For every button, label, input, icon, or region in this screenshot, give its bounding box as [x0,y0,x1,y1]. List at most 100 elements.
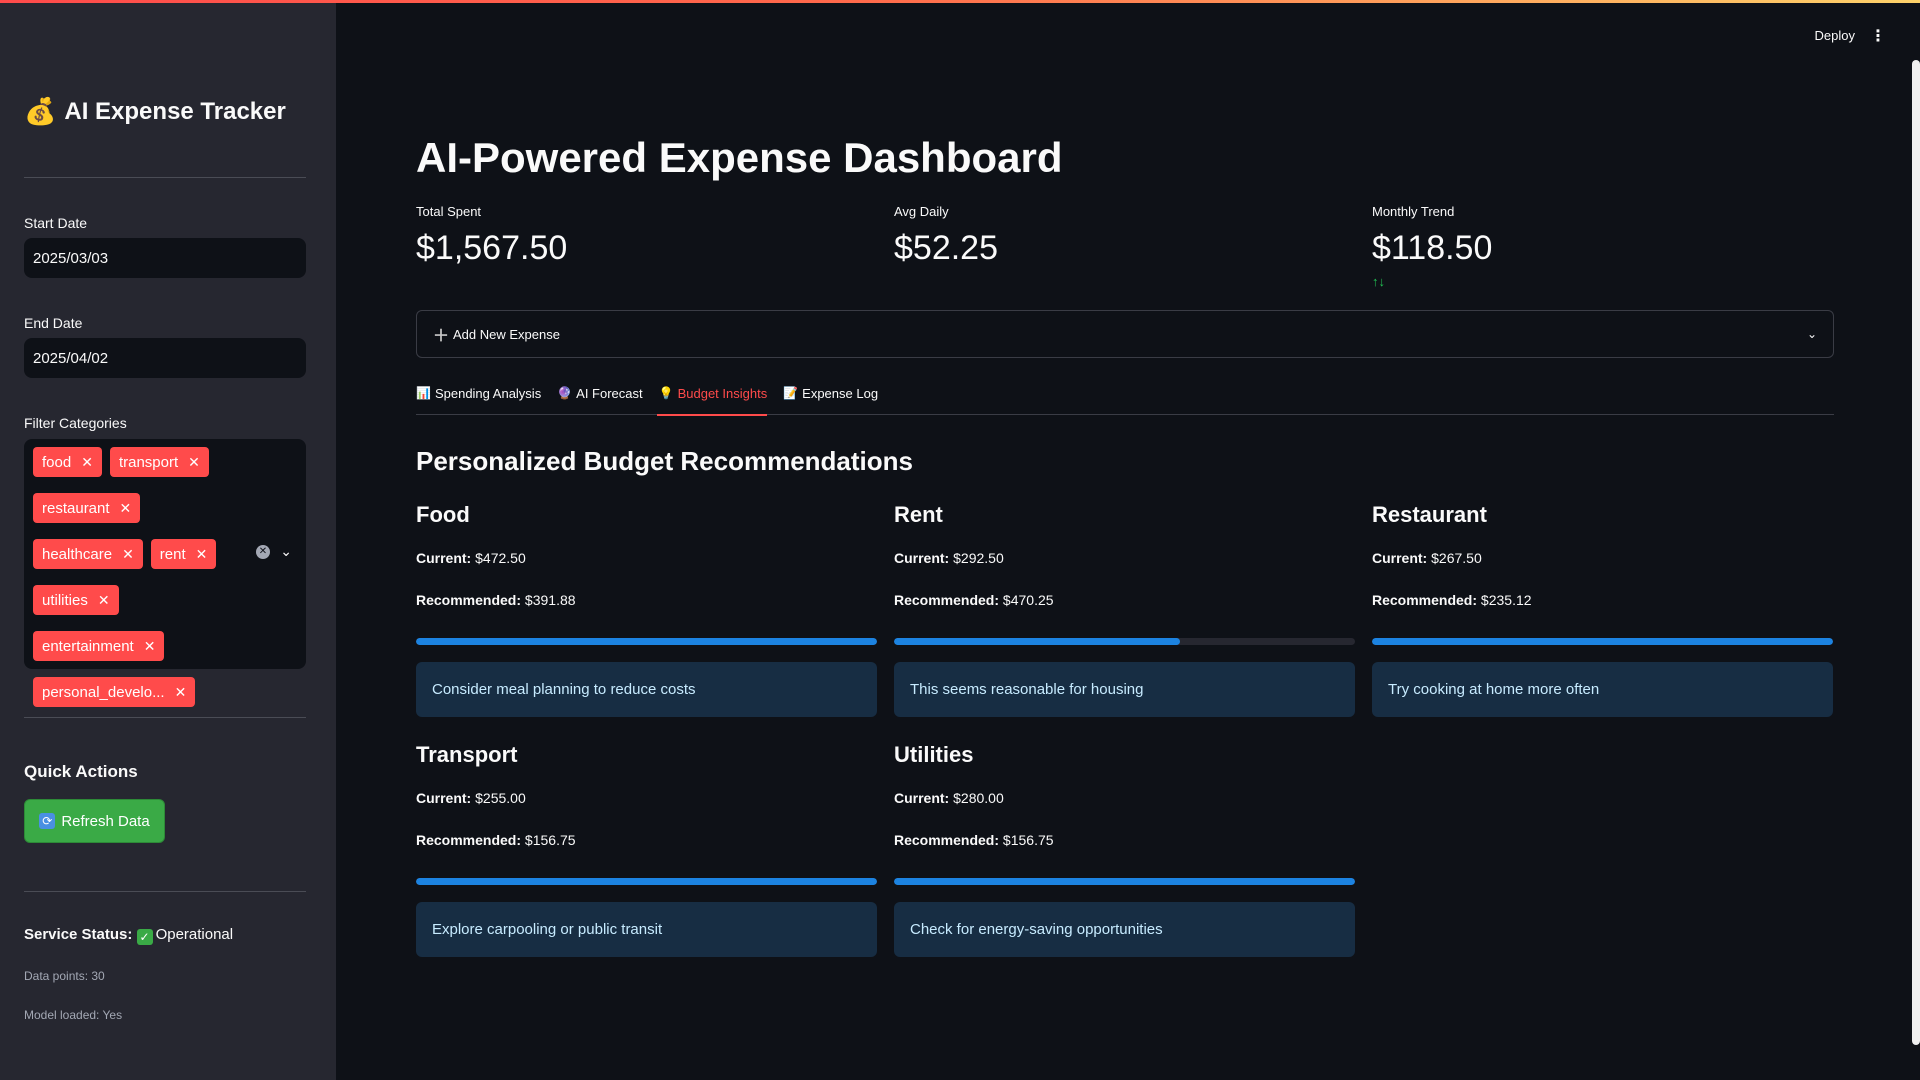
metric-label: Avg Daily [894,204,949,219]
info-note: Check for energy-saving opportunities [894,902,1355,957]
more-options-icon[interactable]: ⋮ [1870,26,1886,46]
memo-icon: 📝 [783,386,799,400]
current-amount: Current: $267.50 [1372,550,1482,566]
remove-icon[interactable]: ✕ [175,684,187,701]
remove-icon[interactable]: ✕ [144,638,156,655]
progress-bar [894,878,1355,885]
recommended-amount: Recommended: $156.75 [416,832,576,848]
category-chip-personal-development[interactable]: personal_develo... ✕ [33,677,196,707]
category-multiselect[interactable]: food ✕ transport ✕ restaurant ✕ healthcare ✕… [24,439,306,707]
chevron-down-icon[interactable]: ⌄ [280,543,292,560]
main-content: AI-Powered Expense Dashboard Total Spent… [416,0,1834,1080]
quick-actions-title: Quick Actions [24,762,138,781]
filter-categories-label: Filter Categories [24,415,127,431]
page-title: AI-Powered Expense Dashboard [416,134,1063,181]
progress-bar [894,638,1355,645]
category-chip-transport[interactable]: transport ✕ [109,447,209,477]
app-title: 💰 AI Expense Tracker [24,96,286,127]
metric-monthly-trend: Monthly Trend $118.50 ↑↓ [1372,204,1842,289]
remove-icon[interactable]: ✕ [81,454,93,471]
current-amount: Current: $472.50 [416,550,526,566]
card-category: Restaurant [1372,502,1487,527]
metric-total-spent: Total Spent $1,567.50 [416,204,886,268]
data-points-text: Data points: 30 [24,969,105,983]
recommended-amount: Recommended: $156.75 [894,832,1054,848]
progress-fill [894,878,1355,885]
progress-bar [416,878,877,885]
category-chip-entertainment[interactable]: entertainment ✕ [33,631,165,661]
card-category: Rent [894,502,943,527]
metric-value: $52.25 [894,229,998,267]
recommendation-card-food: Food Current: $472.50 Recommended: $391.… [416,502,877,717]
card-category: Food [416,502,470,527]
category-chip-utilities[interactable]: utilities ✕ [33,585,119,615]
model-loaded-text: Model loaded: Yes [24,1008,123,1022]
progress-fill [1372,638,1833,645]
section-title: Personalized Budget Recommendations [416,446,913,476]
remove-icon[interactable]: ✕ [188,454,200,471]
scrollbar[interactable] [1912,60,1920,1045]
sidebar-divider [24,177,306,178]
recommendation-card-transport: Transport Current: $255.00 Recommended: … [416,742,877,957]
header-decoration-line [0,0,1920,3]
end-date-label: End Date [24,315,83,331]
sidebar-divider [24,891,306,892]
current-amount: Current: $292.50 [894,550,1004,566]
info-note: This seems reasonable for housing [894,662,1355,717]
card-category: Transport [416,742,518,767]
recommendation-card-utilities: Utilities Current: $280.00 Recommended: … [894,742,1355,957]
start-date-input[interactable] [24,238,306,278]
crystal-ball-icon: 🔮 [557,386,573,400]
recommended-amount: Recommended: $470.25 [894,592,1054,608]
progress-fill [416,878,877,885]
metric-avg-daily: Avg Daily $52.25 [894,204,1364,268]
remove-icon[interactable]: ✕ [122,546,134,563]
tab-bar: 📊 Spending Analysis 🔮 AI Forecast 💡 Budg… [416,380,1834,416]
check-icon: ✓ [136,929,153,945]
end-date-input[interactable] [24,338,306,378]
plus-icon: ＋ [433,328,450,345]
recommended-amount: Recommended: $235.12 [1372,592,1532,608]
progress-fill [894,638,1180,645]
refresh-data-button[interactable]: ⟳ Refresh Data [24,799,165,843]
start-date-label: Start Date [24,215,88,231]
tab-spending-analysis[interactable]: 📊 Spending Analysis [416,380,541,415]
current-amount: Current: $280.00 [894,790,1004,806]
progress-fill [416,638,877,645]
info-note: Explore carpooling or public transit [416,902,877,957]
add-expense-label: Add New Expense [453,326,560,342]
metric-value: $118.50 [1372,229,1493,267]
remove-icon[interactable]: ✕ [196,546,208,563]
info-note: Consider meal planning to reduce costs [416,662,877,717]
sidebar: 💰 AI Expense Tracker Start Date End Date… [0,0,336,1080]
tab-expense-log[interactable]: 📝 Expense Log [783,380,878,415]
refresh-data-label: Refresh Data [61,812,150,830]
remove-icon[interactable]: ✕ [120,500,132,517]
lightbulb-icon: 💡 [658,386,674,400]
tab-ai-forecast[interactable]: 🔮 AI Forecast [557,380,642,415]
category-chip-healthcare[interactable]: healthcare ✕ [33,539,143,569]
category-chip-rent[interactable]: rent ✕ [150,539,217,569]
recommendation-card-rent: Rent Current: $292.50 Recommended: $470.… [894,502,1355,717]
progress-bar [416,638,877,645]
category-chip-food[interactable]: food ✕ [33,447,102,477]
add-expense-expander[interactable]: ＋ Add New Expense ⌄ [416,310,1834,358]
remove-icon[interactable]: ✕ [98,592,110,609]
chart-icon: 📊 [416,386,431,400]
service-status-label: Service Status: [24,926,133,943]
current-amount: Current: $255.00 [416,790,526,806]
money-bag-icon: 💰 [24,96,57,126]
recommendation-card-restaurant: Restaurant Current: $267.50 Recommended:… [1372,502,1833,717]
tab-budget-insights[interactable]: 💡 Budget Insights [656,380,767,416]
metric-value: $1,567.50 [416,229,568,267]
category-chip-restaurant[interactable]: restaurant ✕ [33,493,141,523]
clear-all-icon[interactable]: ✕ [256,545,270,559]
app-title-text: AI Expense Tracker [64,97,286,125]
info-note: Try cooking at home more often [1372,662,1833,717]
card-category: Utilities [894,742,974,767]
trend-arrows-icon: ↑↓ [1372,274,1385,289]
service-status-value: Operational [155,926,234,943]
service-status: Service Status: ✓ Operational [24,926,233,945]
metric-label: Total Spent [416,204,482,219]
progress-bar [1372,638,1833,645]
